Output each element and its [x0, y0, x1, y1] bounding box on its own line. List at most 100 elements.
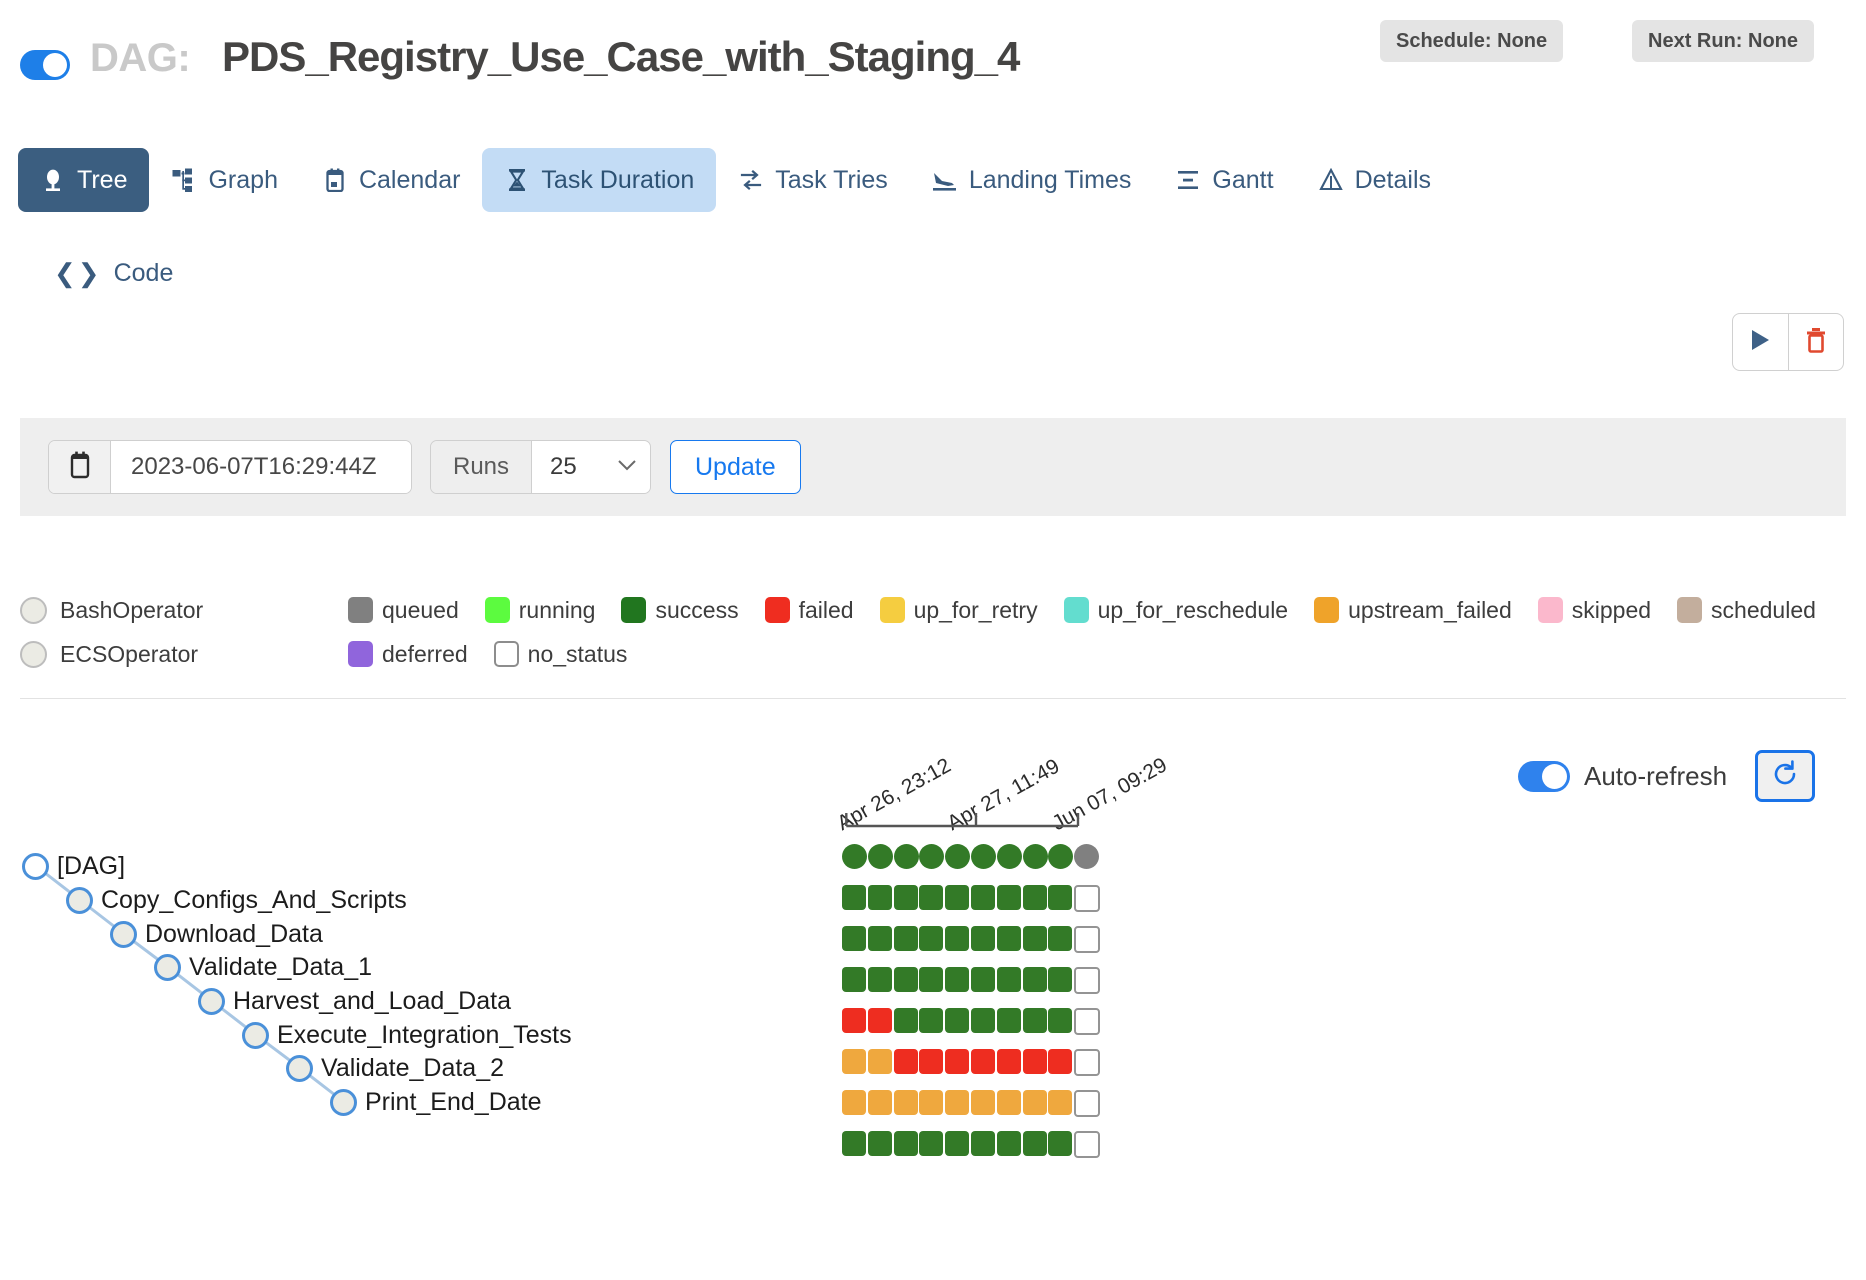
task-instance-cell[interactable] — [867, 844, 893, 869]
task-instance-cell[interactable] — [867, 926, 892, 951]
task-instance-cell[interactable] — [971, 885, 995, 910]
task-instance-cell[interactable] — [842, 1131, 866, 1156]
task-instance-cell[interactable] — [1022, 1049, 1047, 1074]
task-instance-cell[interactable] — [996, 926, 1021, 951]
task-status-circle[interactable] — [22, 853, 49, 880]
task-instance-cell[interactable] — [919, 1090, 944, 1115]
task-instance-cell[interactable] — [919, 1131, 944, 1156]
task-instance-cell[interactable] — [867, 967, 892, 992]
task-instance-cell[interactable] — [1074, 1049, 1101, 1076]
task-instance-cell[interactable] — [1074, 1131, 1101, 1158]
task-instance-cell[interactable] — [996, 885, 1021, 910]
task-instance-cell[interactable] — [867, 1008, 892, 1033]
task-instance-cell[interactable] — [945, 926, 970, 951]
trigger-dag-button[interactable] — [1733, 314, 1788, 370]
task-instance-cell[interactable] — [1022, 1131, 1047, 1156]
tab-landing-times[interactable]: Landing Times — [910, 148, 1154, 212]
task-instance-cell[interactable] — [842, 1049, 866, 1074]
task-instance-cell[interactable] — [1022, 1008, 1047, 1033]
task-status-circle[interactable] — [242, 1022, 269, 1049]
task-instance-cell[interactable] — [919, 885, 944, 910]
task-instance-cell[interactable] — [971, 967, 995, 992]
task-instance-cell[interactable] — [996, 1131, 1021, 1156]
tree-node-validate-data-2[interactable]: Validate_Data_2 — [286, 1054, 504, 1083]
task-instance-cell[interactable] — [1074, 926, 1101, 953]
task-instance-cell[interactable] — [842, 844, 867, 869]
task-instance-cell[interactable] — [919, 967, 944, 992]
next-run-badge[interactable]: Next Run: None — [1632, 20, 1814, 62]
delete-dag-button[interactable] — [1787, 314, 1844, 370]
task-instance-cell[interactable] — [996, 1008, 1021, 1033]
task-instance-cell[interactable] — [842, 926, 866, 951]
task-instance-cell[interactable] — [1074, 844, 1100, 869]
task-instance-cell[interactable] — [945, 967, 970, 992]
task-instance-cell[interactable] — [971, 1049, 995, 1074]
task-status-circle[interactable] — [66, 887, 93, 914]
task-instance-cell[interactable] — [1022, 1090, 1047, 1115]
task-instance-cell[interactable] — [1074, 1008, 1101, 1035]
task-instance-cell[interactable] — [1048, 926, 1073, 951]
task-status-circle[interactable] — [330, 1089, 357, 1116]
task-instance-cell[interactable] — [893, 1049, 918, 1074]
task-instance-cell[interactable] — [996, 967, 1021, 992]
task-instance-cell[interactable] — [1048, 885, 1073, 910]
task-instance-cell[interactable] — [996, 1049, 1021, 1074]
task-instance-cell[interactable] — [1048, 1131, 1073, 1156]
task-instance-cell[interactable] — [971, 1008, 995, 1033]
task-status-circle[interactable] — [286, 1055, 313, 1082]
tree-node-execute-integration-tests[interactable]: Execute_Integration_Tests — [242, 1021, 572, 1050]
schedule-badge[interactable]: Schedule: None — [1380, 20, 1564, 62]
task-instance-cell[interactable] — [945, 1090, 970, 1115]
auto-refresh-toggle[interactable] — [1518, 760, 1570, 792]
task-instance-cell[interactable] — [893, 885, 918, 910]
task-instance-cell[interactable] — [945, 885, 970, 910]
task-instance-cell[interactable] — [1048, 1008, 1073, 1033]
task-instance-cell[interactable] — [919, 926, 944, 951]
task-instance-cell[interactable] — [945, 1008, 970, 1033]
task-instance-cell[interactable] — [1048, 1049, 1073, 1074]
task-instance-cell[interactable] — [945, 1049, 970, 1074]
task-instance-cell[interactable] — [893, 844, 919, 869]
tab-details[interactable]: Details — [1296, 148, 1453, 212]
task-instance-cell[interactable] — [893, 967, 918, 992]
task-instance-cell[interactable] — [945, 1131, 970, 1156]
tree-node-copy-configs-and-scripts[interactable]: Copy_Configs_And_Scripts — [66, 886, 407, 915]
task-status-circle[interactable] — [110, 921, 137, 948]
task-instance-cell[interactable] — [1074, 885, 1101, 912]
tree-node-validate-data-1[interactable]: Validate_Data_1 — [154, 953, 372, 982]
task-instance-cell[interactable] — [1048, 967, 1073, 992]
task-status-circle[interactable] — [198, 988, 225, 1015]
task-instance-cell[interactable] — [919, 844, 945, 869]
task-instance-cell[interactable] — [919, 1008, 944, 1033]
task-instance-cell[interactable] — [867, 885, 892, 910]
task-instance-cell[interactable] — [996, 844, 1022, 869]
task-instance-cell[interactable] — [1048, 1090, 1073, 1115]
task-instance-cell[interactable] — [1048, 844, 1074, 869]
refresh-button[interactable] — [1755, 750, 1816, 802]
task-instance-cell[interactable] — [893, 1131, 918, 1156]
tab-gantt[interactable]: Gantt — [1153, 148, 1295, 212]
task-instance-cell[interactable] — [1074, 1090, 1101, 1117]
task-instance-cell[interactable] — [971, 1090, 995, 1115]
task-instance-cell[interactable] — [893, 1090, 918, 1115]
task-instance-cell[interactable] — [1022, 844, 1048, 869]
task-instance-cell[interactable] — [867, 1090, 892, 1115]
task-instance-cell[interactable] — [945, 844, 971, 869]
task-instance-cell[interactable] — [971, 1131, 995, 1156]
task-instance-cell[interactable] — [842, 1090, 866, 1115]
task-instance-cell[interactable] — [842, 885, 866, 910]
tree-node-harvest-and-load-data[interactable]: Harvest_and_Load_Data — [198, 987, 511, 1016]
task-instance-cell[interactable] — [919, 1049, 944, 1074]
tree-node-print-end-date[interactable]: Print_End_Date — [330, 1088, 542, 1117]
task-instance-cell[interactable] — [1074, 967, 1101, 994]
task-instance-cell[interactable] — [1022, 967, 1047, 992]
task-instance-cell[interactable] — [893, 1008, 918, 1033]
tree-node-download-data[interactable]: Download_Data — [110, 920, 323, 949]
task-instance-cell[interactable] — [971, 844, 996, 869]
task-instance-cell[interactable] — [996, 1090, 1021, 1115]
task-instance-cell[interactable] — [842, 967, 866, 992]
task-instance-cell[interactable] — [1022, 926, 1047, 951]
task-instance-cell[interactable] — [867, 1049, 892, 1074]
task-instance-cell[interactable] — [971, 926, 995, 951]
task-instance-cell[interactable] — [842, 1008, 866, 1033]
